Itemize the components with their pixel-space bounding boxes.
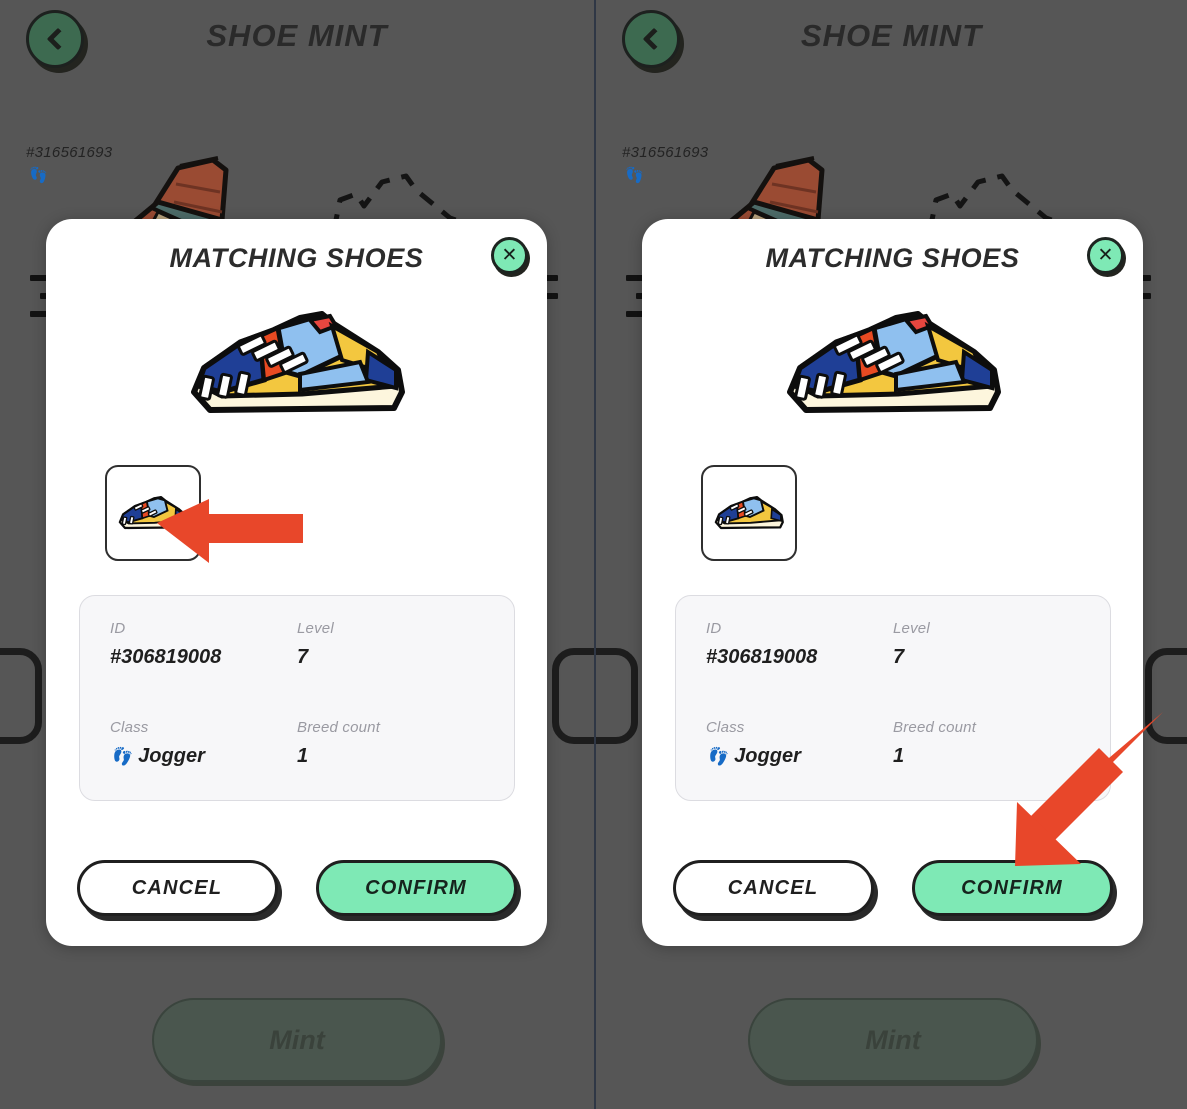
- stat-id: ID #306819008: [706, 620, 893, 669]
- dialog-actions: CANCEL CONFIRM: [642, 860, 1143, 916]
- stat-class-value-wrap: 👣 Jogger: [706, 745, 893, 768]
- stat-id-value: #306819008: [706, 646, 818, 668]
- cancel-button[interactable]: CANCEL: [672, 860, 874, 916]
- page-title: SHOE MINT: [206, 18, 388, 53]
- stat-level-value: 7: [297, 646, 309, 668]
- stat-class-value: Jogger: [734, 745, 801, 767]
- stat-class: Class 👣 Jogger: [706, 719, 893, 768]
- mint-button[interactable]: Mint: [748, 998, 1038, 1082]
- slot-id-left: #316561693: [26, 144, 113, 161]
- confirm-button[interactable]: CONFIRM: [315, 860, 517, 916]
- stat-class-label: Class: [110, 719, 149, 736]
- page-title: SHOE MINT: [800, 18, 983, 53]
- stat-id: ID #306819008: [110, 620, 297, 669]
- mint-button[interactable]: Mint: [152, 998, 442, 1082]
- confirm-button[interactable]: CONFIRM: [911, 860, 1113, 916]
- card-frame-left: [596, 648, 638, 744]
- stats-row-2: Class 👣 Jogger Breed count 1: [110, 719, 484, 768]
- screen-left: SHOE MINT #316561693 👣 Mint MATCHING SHO…: [0, 0, 594, 1109]
- stat-id-label: ID: [110, 620, 126, 637]
- matching-shoes-dialog: MATCHING SHOES ✕ ID #306819008 Level 7 C…: [46, 219, 547, 946]
- stats-row-1: ID #306819008 Level 7: [110, 620, 484, 669]
- stat-class-value-wrap: 👣 Jogger: [110, 745, 297, 768]
- stats-row-1: ID #306819008 Level 7: [706, 620, 1080, 669]
- arrow-to-thumbnail-icon: [157, 499, 303, 563]
- close-icon[interactable]: ✕: [491, 237, 528, 274]
- stat-level-value: 7: [893, 646, 905, 668]
- footprints-icon: 👣: [706, 746, 728, 766]
- dialog-title: MATCHING SHOES: [765, 243, 1020, 273]
- stat-class-label: Class: [706, 719, 745, 736]
- stat-level: Level 7: [893, 620, 1080, 669]
- card-frame-right: [552, 648, 594, 744]
- card-frame-left: [0, 648, 42, 744]
- shoe-stats-panel: ID #306819008 Level 7 Class 👣 Jogger Bre…: [79, 595, 515, 801]
- footprint-icon: 👣: [29, 167, 48, 184]
- sneaker-icon: [786, 311, 1001, 413]
- stat-id-value: #306819008: [110, 646, 222, 668]
- slot-id-right: #316561693: [622, 144, 709, 161]
- stat-class: Class 👣 Jogger: [110, 719, 297, 768]
- dialog-actions: CANCEL CONFIRM: [46, 860, 547, 916]
- footprint-icon: 👣: [625, 167, 644, 184]
- stat-breed-label: Breed count: [297, 719, 381, 736]
- stat-level-label: Level: [297, 620, 334, 637]
- sneaker-icon: [190, 311, 405, 413]
- stat-id-label: ID: [706, 620, 722, 637]
- dialog-title: MATCHING SHOES: [169, 243, 424, 273]
- stat-level-label: Level: [893, 620, 930, 637]
- sneaker-thumbnail[interactable]: [701, 465, 797, 561]
- footprints-icon: 👣: [110, 746, 132, 766]
- stat-breed-value: 1: [297, 745, 309, 767]
- arrow-to-confirm-icon: [1015, 712, 1163, 866]
- stat-breed-count: Breed count 1: [297, 719, 484, 768]
- screen-right: SHOE MINT #316561693 👣 Mint MATCHING SHO…: [594, 0, 1187, 1109]
- cancel-button[interactable]: CANCEL: [76, 860, 278, 916]
- stat-level: Level 7: [297, 620, 484, 669]
- close-icon[interactable]: ✕: [1087, 237, 1124, 274]
- screenshot-pair: SHOE MINT #316561693 👣 Mint MATCHING SHO…: [0, 0, 1187, 1109]
- stat-class-value: Jogger: [138, 745, 205, 767]
- sneaker-thumbnail-icon: [714, 495, 784, 530]
